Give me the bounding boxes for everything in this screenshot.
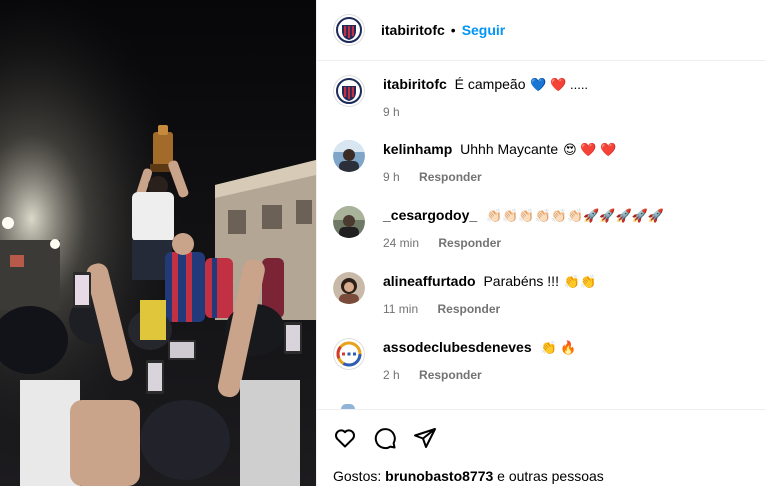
comment-emojis: 😍 ❤️ ❤️ [563, 142, 617, 157]
post-footer: Gostos: brunobasto8773 e outras pessoas [317, 409, 766, 486]
heart-icon[interactable] [333, 426, 357, 450]
post-header: itabiritofc • Seguir [317, 0, 766, 61]
comment-item: alineaffurtado Parabéns !!! 👏👏 11 min Re… [333, 272, 750, 316]
comment-time[interactable]: 24 min [383, 236, 419, 250]
separator-dot: • [450, 22, 456, 38]
likes-suffix: e outras pessoas [497, 468, 604, 484]
comment-text: Parabéns !!! [483, 273, 559, 289]
post-details-panel: itabiritofc • Seguir itabiritofc É campe [316, 0, 766, 486]
caption-time[interactable]: 9 h [383, 105, 400, 119]
commenter-avatar[interactable] [333, 140, 365, 172]
header-username[interactable]: itabiritofc [381, 22, 445, 38]
comment-username[interactable]: alineaffurtado [383, 273, 476, 289]
likes-username[interactable]: brunobasto8773 [385, 468, 493, 484]
comment-item: kelinhamp Uhhh Maycante 😍 ❤️ ❤️ 9 h Resp… [333, 140, 750, 184]
reply-button[interactable]: Responder [437, 302, 500, 316]
commenter-avatar[interactable] [333, 272, 365, 304]
commenter-avatar[interactable] [333, 206, 365, 238]
comment-time[interactable]: 11 min [383, 302, 418, 316]
comment-item: _cesargodoy_ 👏🏻👏🏻👏🏻👏🏻👏🏻👏🏻🚀🚀🚀🚀🚀 24 min Re… [333, 206, 750, 250]
comment-emojis: 👏👏 [563, 274, 597, 289]
comment-time[interactable]: 2 h [383, 368, 400, 382]
comments-list[interactable]: itabiritofc É campeão 💙 ❤️ ..... 9 h kel… [317, 61, 766, 409]
comment-text: Uhhh Maycante [460, 141, 559, 157]
post-photo[interactable] [0, 0, 316, 486]
commenter-avatar[interactable] [333, 338, 365, 370]
comment-icon[interactable] [373, 426, 397, 450]
likes-summary[interactable]: Gostos: brunobasto8773 e outras pessoas [333, 468, 604, 484]
comment-username[interactable]: assodeclubesdeneves [383, 339, 532, 355]
comment-emojis: 👏🏻👏🏻👏🏻👏🏻👏🏻👏🏻🚀🚀🚀🚀🚀 [486, 208, 665, 223]
caption-username[interactable]: itabiritofc [383, 76, 447, 92]
action-bar [333, 426, 453, 450]
comment-time[interactable]: 9 h [383, 170, 400, 184]
caption-avatar[interactable] [333, 75, 365, 107]
caption-text: É campeão [454, 76, 526, 92]
caption-emojis: 💙 ❤️ ..... [530, 77, 589, 92]
post-caption: itabiritofc É campeão 💙 ❤️ ..... 9 h [333, 75, 750, 119]
comment-username[interactable]: kelinhamp [383, 141, 452, 157]
account-avatar[interactable] [333, 14, 365, 46]
comment-username[interactable]: _cesargodoy_ [383, 207, 477, 223]
reply-button[interactable]: Responder [419, 170, 482, 184]
comment-item: assodeclubesdeneves 👏 🔥 2 h Responder [333, 338, 750, 382]
reply-button[interactable]: Responder [438, 236, 501, 250]
follow-button[interactable]: Seguir [462, 22, 506, 38]
share-icon[interactable] [413, 426, 437, 450]
likes-prefix: Gostos: [333, 468, 382, 484]
celebration-photo [0, 0, 316, 486]
comment-emojis: 👏 🔥 [540, 340, 577, 355]
reply-button[interactable]: Responder [419, 368, 482, 382]
